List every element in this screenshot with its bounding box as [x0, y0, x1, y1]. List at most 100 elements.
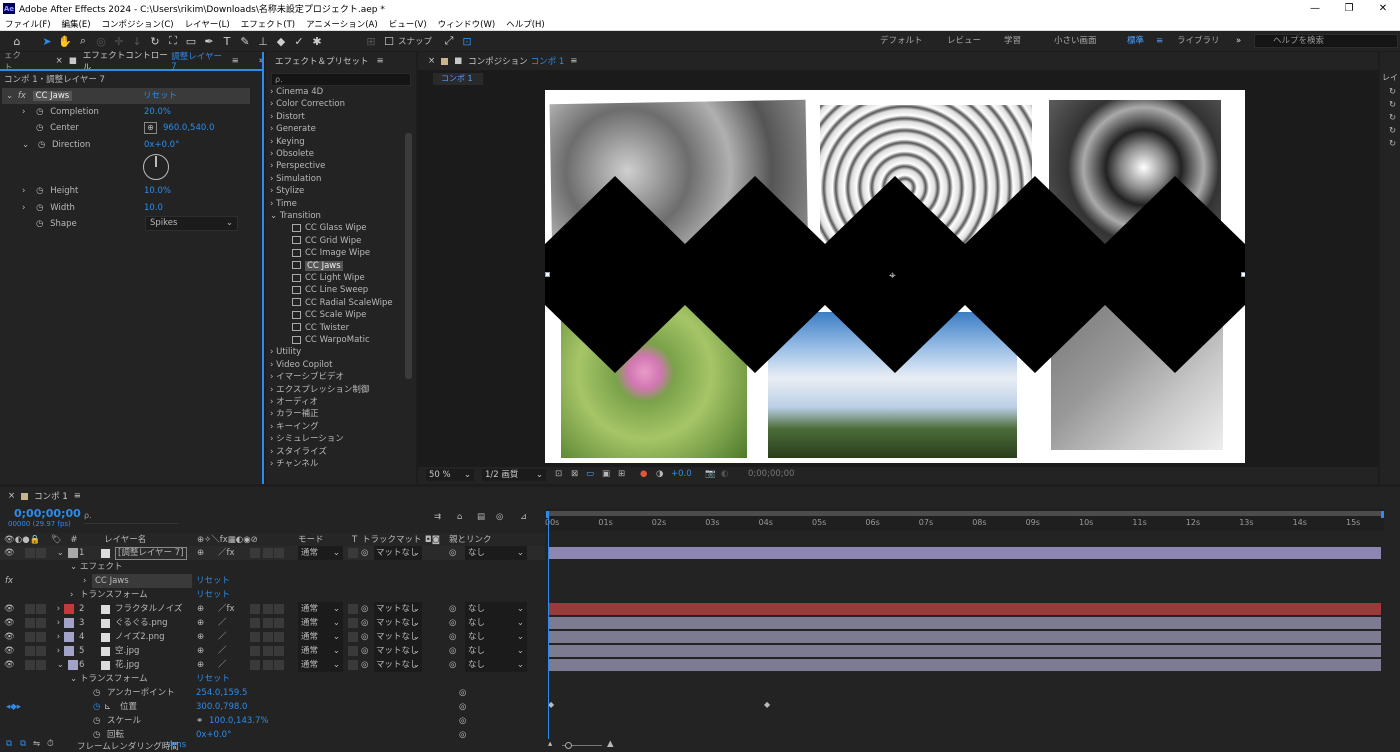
- puppet-tool-icon[interactable]: ✱: [308, 33, 326, 49]
- effect-category[interactable]: › Keying: [270, 136, 305, 148]
- trackmatte-dropdown[interactable]: マットなし ⌄: [374, 658, 422, 672]
- parent-dropdown[interactable]: なし ⌄: [465, 658, 527, 672]
- effect-category[interactable]: › オーディオ: [270, 396, 318, 408]
- solo-switch[interactable]: [24, 547, 35, 558]
- stopwatch-icon[interactable]: ◷: [93, 686, 100, 700]
- solo-switch[interactable]: [24, 603, 35, 614]
- fast-previews-icon[interactable]: ⊡: [555, 469, 562, 479]
- close-icon[interactable]: ✕: [1366, 0, 1400, 17]
- shy-icon[interactable]: ⌂: [457, 512, 462, 522]
- parent-header[interactable]: 親とリンク: [449, 533, 492, 547]
- effect-entry[interactable]: CC Jaws: [92, 574, 192, 588]
- graph-editor-icon[interactable]: ⊿: [520, 512, 527, 522]
- parent-pickwhip-icon[interactable]: ◎: [449, 658, 456, 672]
- expand-icon[interactable]: ⌄: [22, 140, 29, 150]
- shy-switch-icon[interactable]: ⊕: [197, 546, 204, 560]
- trackmatte-dropdown[interactable]: マットなし ⌄: [374, 644, 422, 658]
- minimize-icon[interactable]: —: [1298, 0, 1332, 17]
- layer-handle-right[interactable]: [1241, 272, 1245, 277]
- expand-icon[interactable]: ⌄: [70, 672, 77, 686]
- resolution-dropdown[interactable]: 1/2 画質 ⌄: [482, 469, 546, 481]
- solo-switch[interactable]: [24, 617, 35, 628]
- snap-option-icon[interactable]: ⤢: [440, 33, 458, 49]
- transform-group-row[interactable]: › トランスフォーム リセット: [0, 588, 545, 602]
- trackmatte-header[interactable]: トラックマット: [362, 533, 422, 547]
- effect-item[interactable]: CC Glass Wipe: [292, 222, 367, 234]
- effect-item[interactable]: CC WarpoMatic: [292, 334, 370, 346]
- transform-reset-link[interactable]: リセット: [196, 588, 230, 602]
- effect-item[interactable]: CC Jaws: [292, 260, 343, 272]
- expand-icon[interactable]: ›: [270, 397, 273, 407]
- adjustment-switch[interactable]: [263, 548, 273, 558]
- effect-category[interactable]: › エクスプレッション制御: [270, 384, 369, 396]
- quality-switch-icon[interactable]: ／fx: [218, 546, 235, 560]
- layer-row[interactable]: 👁 › 3 ぐるぐる.png ⊕ ／ 通常 ⌄ ◎ マットなし ⌄ ◎ なし ⌄: [0, 616, 545, 630]
- label-color-swatch[interactable]: [64, 603, 75, 614]
- layer-row[interactable]: 👁 ⌄ 6 花.jpg ⊕ ／ 通常 ⌄ ◎ マットなし ⌄ ◎ なし ⌄: [0, 658, 545, 672]
- zoom-slider-handle[interactable]: [565, 742, 572, 749]
- expand-icon[interactable]: ›: [270, 161, 273, 171]
- toggle-modes-icon[interactable]: ⧉: [20, 739, 26, 749]
- layer-row[interactable]: 👁 › 4 ノイズ2.png ⊕ ／ 通常 ⌄ ◎ マットなし ⌄ ◎ なし ⌄: [0, 630, 545, 644]
- label-color-swatch[interactable]: [64, 617, 75, 628]
- pickwhip-icon[interactable]: ◎: [361, 658, 368, 672]
- workspace-review[interactable]: レビュー: [947, 31, 981, 51]
- expression-pickwhip-icon[interactable]: ◎: [459, 686, 466, 700]
- shy-switch-icon[interactable]: ⊕: [197, 616, 204, 630]
- expand-icon[interactable]: ›: [57, 618, 60, 628]
- effect-item[interactable]: CC Radial ScaleWipe: [292, 297, 393, 309]
- effect-category[interactable]: › Perspective: [270, 160, 325, 172]
- layer-name-header[interactable]: レイヤー名: [104, 533, 146, 547]
- 3d-switch[interactable]: [274, 632, 284, 642]
- motion-blur-icon[interactable]: ◎: [496, 512, 503, 522]
- stopwatch-icon[interactable]: ◷: [36, 203, 43, 213]
- param-value[interactable]: 10.0: [144, 200, 163, 216]
- pickwhip-icon[interactable]: ◎: [361, 546, 368, 560]
- expand-icon[interactable]: ›: [270, 87, 273, 97]
- roto-brush-tool-icon[interactable]: ✓: [290, 33, 308, 49]
- 3d-switch[interactable]: [274, 604, 284, 614]
- comp-canvas[interactable]: ⌖: [545, 90, 1245, 463]
- tab-composition[interactable]: コンポジション: [468, 55, 528, 67]
- expand-icon[interactable]: ⌄: [270, 211, 277, 221]
- preserve-transparency-switch[interactable]: [348, 632, 358, 642]
- effects-group-row[interactable]: ⌄ エフェクト: [0, 560, 545, 574]
- shy-switch-icon[interactable]: ⊕: [197, 644, 204, 658]
- motion-blur-switch[interactable]: [250, 618, 260, 628]
- effect-category[interactable]: › スタイライズ: [270, 446, 327, 458]
- property-row[interactable]: ◷ スケール ⚭ 100.0,143.7% ◎: [0, 714, 545, 728]
- motion-blur-switch[interactable]: [250, 660, 260, 670]
- close-tab-icon[interactable]: ×: [56, 56, 63, 66]
- effect-category[interactable]: › Distort: [270, 111, 305, 123]
- preserve-transparency-switch[interactable]: [348, 646, 358, 656]
- expand-icon[interactable]: ›: [57, 604, 60, 614]
- expand-icon[interactable]: ›: [270, 447, 273, 457]
- fx-icon[interactable]: fx: [18, 91, 26, 101]
- layer-name[interactable]: フラクタルノイズ: [115, 602, 182, 616]
- snap-grid-icon[interactable]: ⊡: [458, 33, 476, 49]
- visibility-icon[interactable]: 👁: [4, 618, 15, 628]
- pickwhip-icon[interactable]: ◎: [361, 644, 368, 658]
- parent-pickwhip-icon[interactable]: ◎: [449, 602, 456, 616]
- expand-icon[interactable]: ⌄: [70, 560, 77, 574]
- expand-icon[interactable]: ›: [270, 347, 273, 357]
- preserve-transparency-switch[interactable]: [348, 604, 358, 614]
- viewer-timecode[interactable]: 0;00;00;00: [748, 469, 794, 479]
- effect-item[interactable]: CC Image Wipe: [292, 247, 370, 259]
- param-value[interactable]: 960.0,540.0: [163, 120, 214, 136]
- transparency-grid-icon[interactable]: ⊠: [571, 469, 578, 479]
- menu-window[interactable]: ウィンドウ(W): [433, 18, 502, 30]
- effect-item[interactable]: CC Grid Wipe: [292, 235, 361, 247]
- expand-icon[interactable]: ›: [57, 632, 60, 642]
- expand-icon[interactable]: ›: [270, 186, 273, 196]
- param-value[interactable]: 10.0%: [144, 183, 171, 199]
- comp-mini-flowchart-icon[interactable]: ⇉: [434, 512, 441, 522]
- pan-behind-tool-icon[interactable]: ⛶: [164, 33, 182, 49]
- expand-icon[interactable]: ›: [270, 99, 273, 109]
- effect-category[interactable]: › シミュレーション: [270, 433, 344, 445]
- timeline-search-input[interactable]: ρ.: [84, 511, 179, 524]
- expand-icon[interactable]: ›: [22, 203, 25, 213]
- expand-icon[interactable]: ›: [270, 434, 273, 444]
- label-color-swatch[interactable]: [64, 645, 75, 656]
- effect-reset-link[interactable]: リセット: [196, 574, 230, 588]
